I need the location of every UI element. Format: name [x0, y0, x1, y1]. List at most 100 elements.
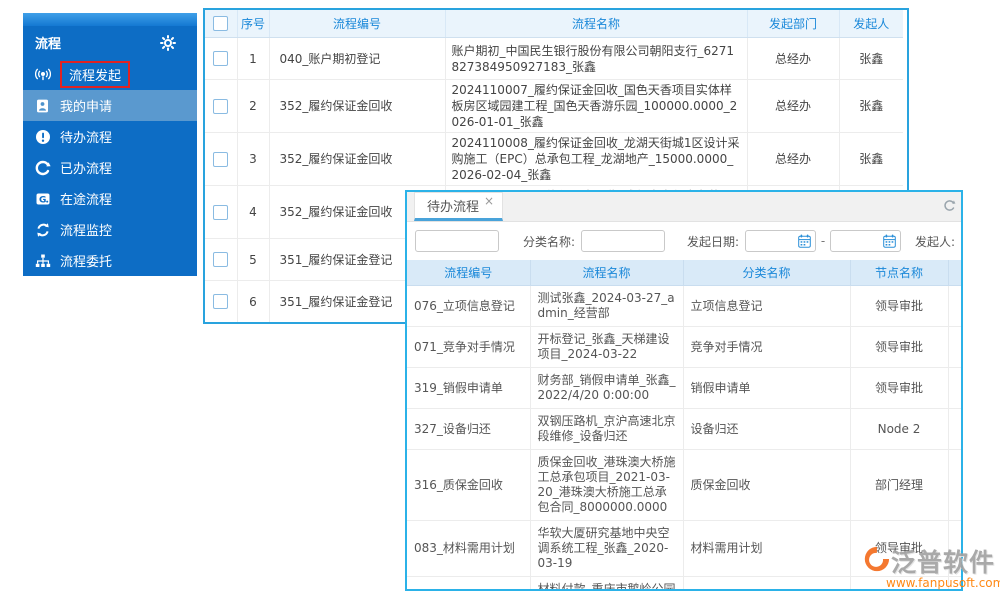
row-code: 352_履约保证金回收: [269, 80, 445, 133]
sitemap-icon: [34, 253, 51, 269]
col-header-code: 流程编号: [269, 10, 445, 38]
sidebar-item-todo-processes[interactable]: 待办流程: [23, 121, 197, 152]
date-to-input[interactable]: [830, 230, 901, 252]
row-person: 张鑫: [839, 80, 903, 133]
col-header-name: 流程名称: [445, 10, 747, 38]
panel-search-bar: 分类名称: 发起日期: - 发起人:: [407, 222, 961, 260]
initiator-label: 发起人:: [915, 233, 955, 250]
gear-icon[interactable]: [159, 35, 176, 51]
category-input[interactable]: [581, 230, 665, 252]
sidebar-item-label: 我的申请: [60, 96, 112, 115]
select-all-checkbox[interactable]: [213, 16, 228, 31]
todo-category: 材料付款: [683, 577, 850, 592]
list-item[interactable]: 076_立项信息登记 测试张鑫_2024-03-27_admin_经营部 立项信…: [407, 286, 961, 327]
sidebar-header: 流程: [23, 26, 197, 59]
row-name: 2024110008_履约保证金回收_龙湖天街城1区设计采购施工（EPC）总承包…: [445, 133, 747, 186]
sidebar-item-label: 在途流程: [60, 189, 112, 208]
redo-c-icon: [34, 160, 51, 176]
sidebar-top-strip: [23, 13, 197, 26]
row-checkbox[interactable]: [213, 252, 228, 267]
row-checkbox[interactable]: [213, 205, 228, 220]
sidebar-item-my-applications[interactable]: 我的申请: [23, 90, 197, 121]
todo-code: 083_材料需用计划: [407, 521, 530, 577]
todo-code: 316_质保金回收: [407, 450, 530, 521]
todo-category: 设备归还: [683, 409, 850, 450]
row-name: 2024110007_履约保证金回收_国色天香项目实体样板房区域园建工程_国色天…: [445, 80, 747, 133]
table-row[interactable]: 3 352_履约保证金回收 2024110008_履约保证金回收_龙湖天街城1区…: [205, 133, 903, 186]
todo-code: 076_立项信息登记: [407, 286, 530, 327]
todo-category: 竞争对手情况: [683, 327, 850, 368]
row-index: 1: [237, 38, 269, 80]
date-from-input[interactable]: [745, 230, 816, 252]
sidebar-item-label: 待办流程: [60, 127, 112, 146]
sidebar-item-process-delegate[interactable]: 流程委托: [23, 245, 197, 276]
sidebar-item-process-start[interactable]: 流程发起: [23, 59, 197, 90]
sidebar-item-done-processes[interactable]: 已办流程: [23, 152, 197, 183]
row-index: 3: [237, 133, 269, 186]
vendor-url-text: www.fanpusoft.com: [886, 576, 1000, 590]
row-checkbox[interactable]: [213, 51, 228, 66]
todo-process-panel: 待办流程 × 分类名称: 发起日期: -: [405, 190, 963, 591]
todo-code: 071_竞争对手情况: [407, 327, 530, 368]
broadcast-icon: [34, 67, 51, 83]
row-name: 账户期初_中国民生银行股份有限公司朝阳支行_627182738495092718…: [445, 38, 747, 80]
date-range-separator: -: [821, 234, 825, 248]
col-header-person: 发起人: [839, 10, 903, 38]
list-item[interactable]: 319_销假申请单 财务部_销假申请单_张鑫_2022/4/20 0:00:00…: [407, 368, 961, 409]
exclamation-circle-icon: [34, 129, 51, 145]
row-dept: 总经办: [747, 38, 839, 80]
row-dept: 总经办: [747, 80, 839, 133]
row-checkbox[interactable]: [213, 294, 228, 309]
todo-category: 质保金回收: [683, 450, 850, 521]
todo-name: 华软大厦研究基地中央空调系统工程_张鑫_2020-03-19: [530, 521, 683, 577]
todo-code: 319_销假申请单: [407, 368, 530, 409]
row-person: 张鑫: [839, 38, 903, 80]
sidebar-item-label: 流程发起: [69, 69, 121, 84]
todo-category: 材料需用计划: [683, 521, 850, 577]
table-row[interactable]: 1 040_账户期初登记 账户期初_中国民生银行股份有限公司朝阳支行_62718…: [205, 38, 903, 80]
process-start-highlight: 流程发起: [60, 61, 130, 88]
sidebar-item-label: 流程委托: [60, 251, 112, 270]
sidebar: 流程 流程发起: [23, 13, 197, 276]
todo-category: 立项信息登记: [683, 286, 850, 327]
todo-node: 领导审批: [850, 368, 948, 409]
calendar-icon: [798, 234, 811, 248]
refresh-icon[interactable]: [943, 197, 956, 216]
todo-code: 327_设备归还: [407, 409, 530, 450]
row-checkbox[interactable]: [213, 99, 228, 114]
row-checkbox[interactable]: [213, 152, 228, 167]
g-box-icon: G: [34, 191, 51, 207]
col-header-category: 分类名称: [683, 260, 850, 286]
sidebar-item-label: 流程监控: [60, 220, 112, 239]
tab-label: 待办流程: [427, 196, 479, 215]
keyword-input[interactable]: [415, 230, 499, 252]
sidebar-item-inflight-processes[interactable]: G 在途流程: [23, 183, 197, 214]
list-item[interactable]: 327_设备归还 双钢压路机_京沪高速北京段维修_设备归还 设备归还 Node …: [407, 409, 961, 450]
close-icon[interactable]: ×: [484, 194, 494, 208]
todo-node: 部门经理: [850, 450, 948, 521]
sync-arrows-icon: [34, 222, 51, 238]
panel-tab-bar: 待办流程 ×: [407, 192, 961, 222]
todo-node: 领导审批: [850, 327, 948, 368]
row-code: 040_账户期初登记: [269, 38, 445, 80]
todo-code: 092_材料付款: [407, 577, 530, 592]
todo-name: 开标登记_张鑫_天梯建设项目_2024-03-22: [530, 327, 683, 368]
list-item[interactable]: 071_竞争对手情况 开标登记_张鑫_天梯建设项目_2024-03-22 竞争对…: [407, 327, 961, 368]
todo-name: 双钢压路机_京沪高速北京段维修_设备归还: [530, 409, 683, 450]
vendor-logo-icon: [862, 545, 890, 577]
todo-name: 财务部_销假申请单_张鑫_2022/4/20 0:00:00: [530, 368, 683, 409]
vendor-brand-text: 泛普软件: [891, 543, 995, 579]
todo-name: 材料付款_重庆市鹅岭公园绿化景观提升工程施工_付安琼_2020-03-08: [530, 577, 683, 592]
todo-node: Node 2: [850, 409, 948, 450]
sidebar-item-process-monitor[interactable]: 流程监控: [23, 214, 197, 245]
row-dept: 总经办: [747, 133, 839, 186]
category-label: 分类名称:: [523, 233, 575, 250]
col-header-node: 节点名称: [850, 260, 948, 286]
sidebar-title: 流程: [35, 33, 61, 52]
vendor-watermark: 泛普软件 www.fanpusoft.com: [862, 543, 1000, 590]
table-row[interactable]: 2 352_履约保证金回收 2024110007_履约保证金回收_国色天香项目实…: [205, 80, 903, 133]
tab-todo-process[interactable]: 待办流程 ×: [414, 192, 503, 221]
col-header-index: 序号: [237, 10, 269, 38]
list-item[interactable]: 316_质保金回收 质保金回收_港珠澳大桥施工总承包项目_2021-03-20_…: [407, 450, 961, 521]
row-index: 4: [237, 186, 269, 239]
